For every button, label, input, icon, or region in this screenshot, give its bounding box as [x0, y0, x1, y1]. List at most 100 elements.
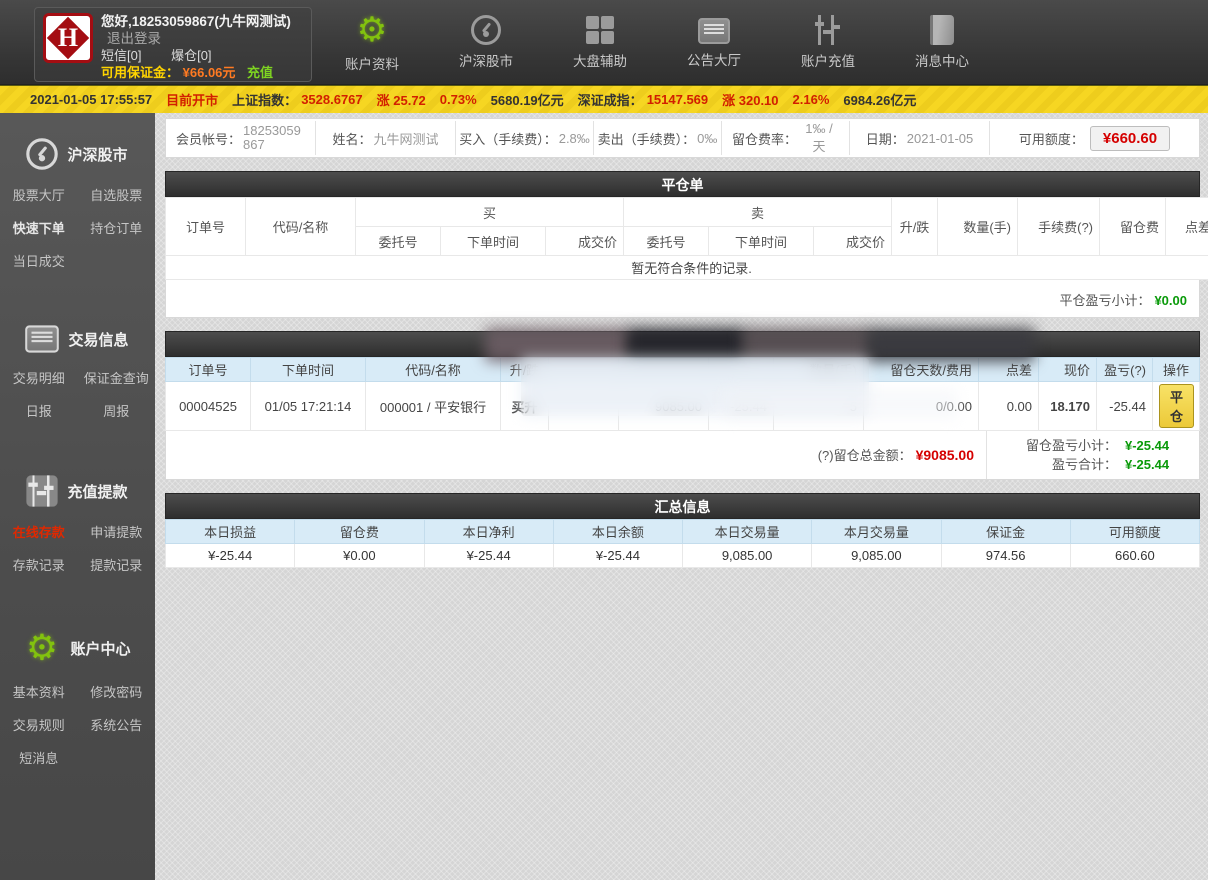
sidebar-item-trade-detail[interactable]: 交易明细	[0, 368, 78, 387]
val-today-balance: ¥-25.44	[552, 543, 684, 568]
closed-pnl-subtotal: 平仓盈亏小计： ¥0.00	[165, 280, 1200, 318]
market-ticker: 2021-01-05 17:55:57 目前开市 上证指数： 3528.6767…	[0, 85, 1208, 113]
closed-orders-block: 平仓单 订单号 代码/名称 买 卖 升/跌 数量(手) 手续费(?) 留仓费 点…	[165, 171, 1208, 318]
cell-redacted-1	[548, 381, 619, 431]
col-code-name: 代码/名称	[245, 197, 356, 256]
section-title: 充值提款	[67, 483, 128, 501]
grid-icon	[585, 15, 615, 45]
open-positions-block: 订单号 下单时间 代码/名称 升/跌 数量(手) 留仓天数/费用 点差 现价 盈…	[165, 328, 1200, 480]
current-date: 日期： 2021-01-05	[850, 121, 990, 155]
sh-index-pct: 0.73%	[439, 92, 477, 107]
section-title: 账户中心	[70, 640, 131, 658]
col-today-net: 本日净利	[423, 519, 554, 544]
buy-fee: 买入（手续费）： 2.8‰	[456, 121, 594, 155]
ticker-datetime: 2021-01-05 17:55:57	[30, 92, 153, 107]
sidebar-item-daily-report[interactable]: 日报	[0, 401, 78, 420]
sidebar-item-stock-hall[interactable]: 股票大厅	[0, 185, 78, 204]
book-icon	[930, 15, 954, 45]
val-month-volume: 9,085.00	[811, 543, 942, 568]
summary-title: 汇总信息	[165, 493, 1200, 519]
nav-message-center[interactable]: 消息中心	[900, 12, 984, 73]
sidebar-item-today-deals[interactable]: 当日成交	[0, 251, 78, 270]
recharge-link[interactable]: 充值	[247, 65, 273, 80]
empty-records-message: 暂无符合条件的记录.	[165, 255, 1208, 280]
nav-market-assist[interactable]: 大盘辅助	[558, 12, 642, 73]
val-available-quota: 660.60	[1069, 543, 1201, 568]
sidebar-item-margin-query[interactable]: 保证金查询	[78, 368, 156, 387]
nav-label: 大盘辅助	[573, 54, 627, 69]
col-holding-fee: 留仓费	[294, 519, 425, 544]
col-qty: 数量(手)	[937, 197, 1018, 256]
col-buy-weituo: 委托号	[355, 226, 441, 256]
cell-order-time: 01/05 17:21:14	[250, 381, 366, 431]
col-available-quota: 可用额度	[1069, 519, 1201, 544]
logout-link[interactable]: 退出登录	[107, 31, 161, 46]
nav-announcement-hall[interactable]: 公告大厅	[672, 12, 756, 73]
sidebar-section-trade-info: 交易信息 交易明细 保证金查询 日报 周报	[0, 325, 156, 420]
position-totals: (?)留仓总金额： ¥9085.00 留仓盈亏小计： ¥-25.44 盈亏合计： ¥-…	[165, 431, 1200, 480]
col-buy-time: 下单时间	[440, 226, 546, 256]
topbar: H 您好,18253059867(九牛网测试)退出登录 短信[0] 爆仓[0] …	[0, 0, 1208, 85]
sz-index-label: 深证成指：	[577, 93, 643, 108]
sz-index-value: 15147.569	[646, 92, 709, 107]
col-holding-fee: 留仓费	[1099, 197, 1166, 256]
col-spread: 点差	[978, 357, 1039, 382]
jiuniu-logo: H	[43, 13, 93, 63]
sidebar-section-stock-market: 沪深股市 股票大厅 自选股票 快速下单 持仓订单 当日成交	[0, 138, 156, 270]
col-buy-group: 买	[355, 197, 624, 227]
inbox-icon	[25, 325, 60, 353]
sidebar-item-position-orders[interactable]: 持仓订单	[78, 218, 156, 237]
gear-icon	[354, 12, 390, 48]
sh-index-volume: 5680.19亿元	[490, 93, 564, 108]
user-panel: H 您好,18253059867(九牛网测试)退出登录 短信[0] 爆仓[0] …	[34, 7, 312, 82]
sidebar-item-deposit-records[interactable]: 存款记录	[0, 555, 78, 574]
val-today-net: ¥-25.44	[423, 543, 554, 568]
cell-order-no: 00004525	[165, 381, 251, 431]
nav-label: 公告大厅	[687, 53, 741, 68]
sidebar-section-deposit-withdraw: 充值提款 在线存款 申请提款 存款记录 提款记录	[0, 475, 156, 574]
col-sell-weituo: 委托号	[623, 226, 709, 256]
sh-index-change: 涨 25.72	[376, 93, 426, 108]
nav-stock-market[interactable]: 沪深股市	[444, 12, 528, 73]
col-month-volume: 本月交易量	[811, 519, 942, 544]
nav-account-recharge[interactable]: 账户充值	[786, 12, 870, 73]
market-status: 目前开市	[166, 93, 219, 108]
closed-orders-title: 平仓单	[165, 171, 1200, 197]
sms-count-link[interactable]: 短信[0]	[101, 48, 141, 63]
section-title: 沪深股市	[67, 146, 128, 164]
nav-label: 账户资料	[345, 57, 399, 72]
col-redacted-1	[548, 357, 619, 382]
col-margin: 保证金	[940, 519, 1071, 544]
sidebar-item-withdraw-records[interactable]: 提款记录	[78, 555, 156, 574]
col-order-time: 下单时间	[250, 357, 366, 382]
sidebar-item-weekly-report[interactable]: 周报	[78, 401, 156, 420]
holding-fee-rate: 留仓费率： 1‰ /天	[722, 121, 850, 155]
sidebar-item-quick-order[interactable]: 快速下单	[0, 218, 78, 237]
gauge-icon	[26, 138, 59, 170]
val-today-pnl: ¥-25.44	[164, 543, 296, 568]
sidebar-item-watchlist[interactable]: 自选股票	[78, 185, 156, 204]
col-qty: 数量(手)	[773, 357, 864, 382]
sidebar-item-online-deposit[interactable]: 在线存款	[0, 522, 78, 541]
sidebar-item-system-notice[interactable]: 系统公告	[78, 715, 156, 734]
nav-account-profile[interactable]: 账户资料	[330, 12, 414, 73]
gauge-icon	[471, 15, 501, 45]
gear-icon	[24, 629, 62, 667]
close-position-button[interactable]: 平仓	[1159, 384, 1195, 428]
col-today-balance: 本日余额	[552, 519, 684, 544]
open-positions-table: 订单号 下单时间 代码/名称 升/跌 数量(手) 留仓天数/费用 点差 现价 盈…	[165, 357, 1200, 431]
sidebar-item-withdraw-apply[interactable]: 申请提款	[78, 522, 156, 541]
sidebar-item-trade-rules[interactable]: 交易规则	[0, 715, 78, 734]
sidebar-item-basic-profile[interactable]: 基本资料	[0, 682, 78, 701]
sidebar-item-short-message[interactable]: 短消息	[0, 748, 78, 767]
col-pnl: 盈亏(?)	[1096, 357, 1153, 382]
holding-total-label: (?)留仓总金额：	[817, 448, 912, 463]
sidebar-item-change-password[interactable]: 修改密码	[78, 682, 156, 701]
inbox-icon	[698, 18, 730, 44]
col-order-no: 订单号	[165, 357, 251, 382]
position-row: 00004525 01/05 17:21:14 000001 / 平安银行 买升…	[165, 381, 1200, 431]
baocang-count-link[interactable]: 爆仓[0]	[171, 48, 211, 63]
col-fee: 手续费(?)	[1017, 197, 1100, 256]
col-action: 操作	[1152, 357, 1200, 382]
main-area: 会员帐号： 18253059867 姓名： 九牛网测试 买入（手续费）： 2.8‰ 卖…	[155, 113, 1208, 880]
